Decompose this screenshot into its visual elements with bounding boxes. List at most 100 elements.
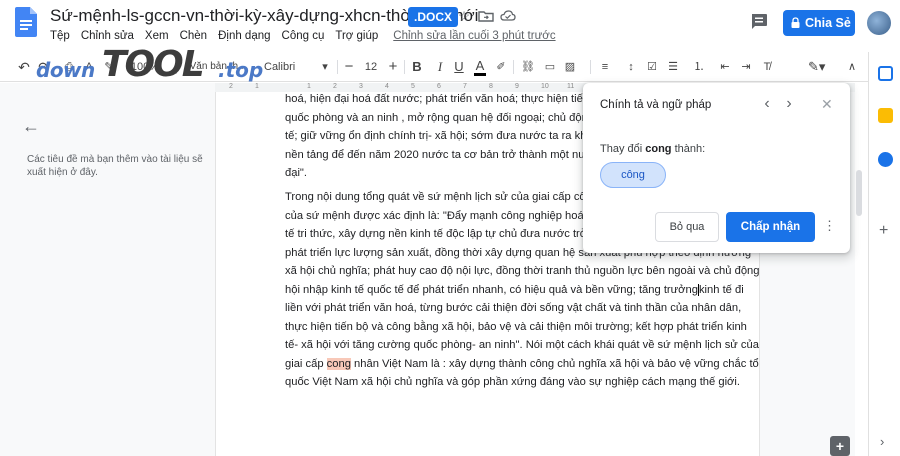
- text-segment: nhân Việt Nam là : xây dựng thành công c…: [350, 357, 759, 370]
- close-icon[interactable]: ✕: [821, 96, 833, 113]
- chevron-right-icon[interactable]: ›: [781, 95, 797, 113]
- back-arrow-icon[interactable]: ←: [22, 116, 40, 137]
- paint-format-icon[interactable]: ✎: [102, 58, 116, 76]
- align-icon[interactable]: ≡: [598, 58, 612, 76]
- misspelled-term: cong: [645, 143, 672, 155]
- calendar-icon[interactable]: [878, 66, 893, 81]
- share-button[interactable]: Chia Sẻ: [783, 10, 855, 36]
- text-line: tế- xã hội với tăng cường quốc phòng- an…: [285, 339, 759, 351]
- toolbar-divider: [337, 60, 338, 74]
- move-folder-icon[interactable]: [478, 8, 494, 24]
- change-prefix: Thay đổi: [600, 143, 646, 155]
- indent-more-icon[interactable]: ⇥: [739, 58, 753, 76]
- cloud-saved-icon[interactable]: [500, 8, 516, 24]
- zoom-select[interactable]: 100%: [128, 58, 162, 76]
- ruler-tick: 10: [541, 83, 549, 90]
- share-label: Chia Sẻ: [805, 16, 851, 30]
- suggestion-chip[interactable]: công: [600, 162, 666, 188]
- tasks-icon[interactable]: [878, 152, 893, 167]
- star-icon[interactable]: ☆: [456, 8, 472, 24]
- toolbar-divider: [404, 60, 405, 74]
- checklist-icon[interactable]: ☑: [645, 58, 659, 76]
- underline-icon[interactable]: U: [453, 58, 465, 76]
- clear-format-icon[interactable]: T̸: [760, 58, 774, 76]
- misspelled-word[interactable]: cong: [326, 357, 351, 370]
- insert-comment-icon[interactable]: ▭: [543, 58, 557, 76]
- change-prompt: Thay đổi cong thành:: [600, 143, 705, 155]
- ruler-tick: 8: [489, 83, 493, 90]
- menu-format[interactable]: Định dạng: [218, 30, 270, 46]
- italic-icon[interactable]: I: [434, 58, 446, 76]
- paragraph-1[interactable]: hoá, hiện đại hoá đất nước; phát triển v…: [285, 90, 603, 183]
- ruler-tick: 4: [385, 83, 389, 90]
- chevron-right-icon[interactable]: ›: [880, 434, 884, 449]
- docs-logo-icon[interactable]: [15, 7, 37, 37]
- scrollbar[interactable]: [856, 170, 862, 216]
- print-icon[interactable]: ⎙: [62, 58, 76, 76]
- text-line: hoá, hiện đại hoá đất nước; phát triển v…: [285, 93, 599, 105]
- toolbar-divider: [513, 60, 514, 74]
- decrease-font-size-button[interactable]: −: [343, 58, 355, 76]
- accept-button[interactable]: Chấp nhận: [726, 212, 815, 242]
- style-select[interactable]: Văn bản th...: [183, 58, 253, 76]
- bullet-list-icon[interactable]: ☰: [666, 58, 680, 76]
- redo-icon[interactable]: ↷: [37, 58, 51, 76]
- comment-icon[interactable]: [750, 13, 768, 29]
- last-edit-link[interactable]: Chỉnh sửa lần cuối 3 phút trước: [393, 30, 555, 46]
- menu-file[interactable]: Tệp: [50, 30, 70, 46]
- undo-icon[interactable]: ↶: [17, 58, 31, 76]
- ignore-button[interactable]: Bỏ qua: [655, 212, 719, 242]
- chevron-down-icon[interactable]: ▾: [320, 58, 330, 76]
- text-line: hội nhập kinh tế quốc tế để phát triển n…: [285, 281, 760, 300]
- highlight-icon[interactable]: ✐: [495, 58, 507, 76]
- numbered-list-icon[interactable]: ⒈: [692, 58, 706, 76]
- font-size-input[interactable]: 12: [361, 58, 381, 76]
- edit-mode-icon[interactable]: ✎▾: [808, 58, 825, 76]
- add-icon[interactable]: +: [879, 222, 888, 240]
- line-spacing-icon[interactable]: ↕: [624, 58, 638, 76]
- menu-insert[interactable]: Chèn: [180, 30, 208, 46]
- font-select[interactable]: Calibri: [264, 58, 304, 76]
- text-line: quốc Việt Nam xã hội chủ nghĩa và góp ph…: [285, 376, 740, 388]
- text-line: tế; giữ vững ổn định chính trị- xã hội; …: [285, 130, 602, 142]
- outline-hint-text: Các tiêu đề mà bạn thêm vào tài liệu sẽ …: [27, 154, 203, 178]
- chevron-left-icon[interactable]: ‹: [759, 95, 775, 113]
- ruler-tick: 2: [229, 83, 233, 90]
- text-cursor: kinh tế đi: [697, 283, 744, 296]
- spell-check-title: Chính tả và ngữ pháp: [600, 99, 712, 111]
- menu-tools[interactable]: Công cụ: [282, 30, 325, 46]
- ruler-tick: 7: [463, 83, 467, 90]
- text-segment: giai cấp: [285, 357, 327, 370]
- menu-help[interactable]: Trợ giúp: [335, 30, 378, 46]
- indent-less-icon[interactable]: ⇤: [718, 58, 732, 76]
- document-outline-panel: ← Các tiêu đề mà bạn thêm vào tài liệu s…: [0, 83, 215, 456]
- bold-icon[interactable]: B: [411, 58, 423, 76]
- image-icon[interactable]: ▨: [563, 58, 577, 76]
- explore-icon[interactable]: +: [830, 436, 850, 456]
- ruler-tick: 1: [307, 83, 311, 90]
- menu-view[interactable]: Xem: [145, 30, 169, 46]
- text-line: đại".: [285, 167, 308, 179]
- text-line: xã hội chủ nghĩa; phát huy cao độ nội lự…: [285, 265, 760, 277]
- ruler-tick: 1: [255, 83, 259, 90]
- toolbar-divider: [176, 60, 177, 74]
- title-bar: Sứ-mệnh-ls-gccn-vn-thời-kỳ-xây-dựng-xhcn…: [0, 0, 900, 50]
- text-segment: hội nhập kinh tế quốc tế để phát triển n…: [285, 283, 698, 296]
- ruler-tick: 2: [333, 83, 337, 90]
- avatar[interactable]: [867, 11, 891, 35]
- change-suffix: thành:: [671, 143, 706, 155]
- ruler-tick: 6: [437, 83, 441, 90]
- lock-icon: [791, 17, 800, 28]
- toolbar-divider: [590, 60, 591, 74]
- text-color-icon[interactable]: A: [474, 58, 486, 76]
- keep-icon[interactable]: [878, 108, 893, 123]
- ruler-tick: 5: [411, 83, 415, 90]
- menu-edit[interactable]: Chỉnh sửa: [81, 30, 134, 46]
- collapse-icon[interactable]: ∧: [846, 58, 858, 76]
- increase-font-size-button[interactable]: +: [387, 58, 399, 76]
- ruler-tick: 3: [359, 83, 363, 90]
- text-line: nền tảng để đến năm 2020 nước ta cơ bản …: [285, 148, 599, 161]
- link-icon[interactable]: ⛓: [521, 58, 535, 76]
- more-vert-icon[interactable]: ⋮: [823, 218, 836, 234]
- spellcheck-icon[interactable]: A: [82, 58, 96, 76]
